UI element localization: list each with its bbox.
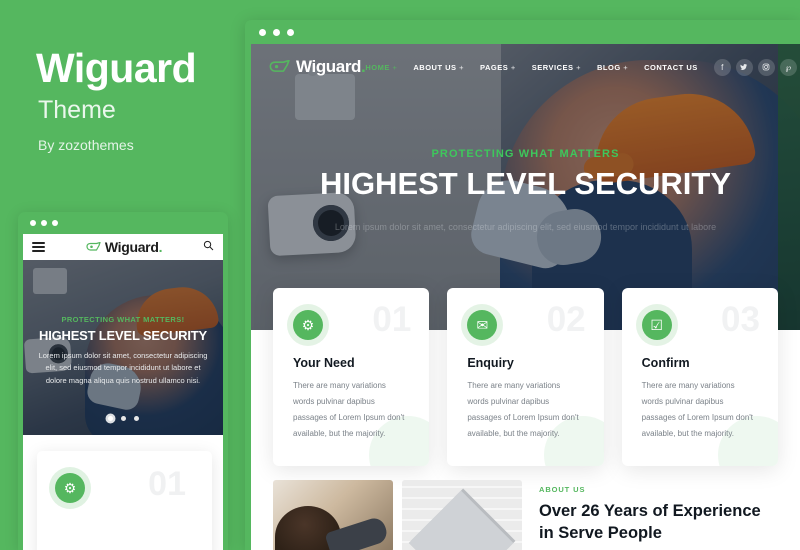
pinterest-icon[interactable]: ℘ [779,58,797,76]
slider-dot-active[interactable] [107,416,113,421]
technician-photo [273,480,393,550]
about-images [273,480,525,550]
browser-window-dots [259,29,294,36]
mobile-hero-kicker: PROTECTING WHAT MATTERS! [61,315,185,324]
site-logo[interactable]: Wiguard. [269,57,366,77]
twitter-icon[interactable] [735,58,753,76]
slider-dot[interactable] [133,416,139,421]
feature-cards: 01 ⚙ Your Need There are many variations… [251,288,800,466]
window-dot-maximize[interactable] [287,29,294,36]
card-title: Your Need [293,356,355,370]
mobile-feature-card[interactable]: 01 ⚙ [37,451,212,550]
facebook-icon[interactable]: f [713,58,731,76]
nav-item-blog[interactable]: BLOG + [597,63,628,72]
window-dot-minimize[interactable] [273,29,280,36]
cctv-camera-icon [269,60,290,72]
feature-card-your-need[interactable]: 01 ⚙ Your Need There are many variations… [273,288,430,466]
instagram-icon[interactable] [757,58,775,76]
mobile-mockup: Wiguard. PROTECTING WHAT MATTERS! HIGHES… [18,212,228,550]
card-title: Confirm [641,356,690,370]
mobile-hero-title: HIGHEST LEVEL SECURITY [39,328,207,343]
site-navbar: Wiguard. HOME + ABOUT US + PAGES + SERVI… [251,44,800,90]
screenshot-stage: Wiguard Theme By zozothemes Wiguard. PRO… [0,0,800,550]
card-description: There are many variations words pulvinar… [467,381,579,438]
about-kicker: ABOUT US [539,485,586,494]
slider-dot[interactable] [120,416,126,421]
mobile-slider-dots[interactable] [23,416,223,421]
nav-item-services[interactable]: SERVICES + [532,63,581,72]
window-dot [30,220,36,226]
mobile-window-dots [30,220,58,226]
social-links: f ℘ [713,58,797,76]
ladder-brick-wall-photo [402,480,522,550]
hero-content: PROTECTING WHAT MATTERS HIGHEST LEVEL SE… [251,148,800,232]
mobile-hero-paragraph: Lorem ipsum dolor sit amet, consectetur … [38,351,208,385]
card-description: There are many variations words pulvinar… [641,381,754,438]
cctv-camera-icon [86,242,101,251]
mobile-hero-content: PROTECTING WHAT MATTERS! HIGHEST LEVEL S… [23,260,223,435]
gear-icon: ⚙ [293,310,323,340]
hero-kicker: PROTECTING WHAT MATTERS [431,148,620,160]
card-title: Enquiry [467,356,514,370]
main-menu: HOME + ABOUT US + PAGES + SERVICES + BLO… [365,63,697,72]
card-description: There are many variations words pulvinar… [293,381,405,438]
feature-card-confirm[interactable]: 03 ☑ Confirm There are many variations w… [621,288,778,466]
mobile-hero: PROTECTING WHAT MATTERS! HIGHEST LEVEL S… [23,260,223,435]
checklist-icon: ☑ [641,310,672,340]
browser-viewport: Wiguard. HOME + ABOUT US + PAGES + SERVI… [251,44,800,550]
hero-paragraph: Lorem ipsum dolor sit amet, consectetur … [334,222,717,232]
nav-item-home[interactable]: HOME + [365,63,397,72]
page-subtitle: Theme [38,96,116,124]
mobile-navbar: Wiguard. [23,234,223,260]
nav-item-about-us[interactable]: ABOUT US + [413,63,464,72]
feature-card-enquiry[interactable]: 02 ✉ Enquiry There are many variations w… [447,288,604,466]
mobile-screen: Wiguard. PROTECTING WHAT MATTERS! HIGHES… [23,234,223,550]
nav-item-pages[interactable]: PAGES + [480,63,516,72]
browser-mockup: Wiguard. HOME + ABOUT US + PAGES + SERVI… [245,20,800,550]
card-number: 02 [546,300,586,339]
mobile-logo-text: Wiguard. [104,239,163,255]
about-section: ABOUT US Over 26 Years of Experience in … [251,480,800,550]
hero-title: HIGHEST LEVEL SECURITY [319,166,732,201]
mobile-card-number: 01 [148,465,186,503]
window-dot [41,220,47,226]
window-dot-close[interactable] [259,29,266,36]
site-logo-text: Wiguard. [296,57,366,76]
mobile-logo[interactable]: Wiguard. [86,239,162,255]
window-dot [52,220,58,226]
envelope-icon: ✉ [467,310,498,340]
card-number: 01 [372,300,412,339]
search-icon[interactable] [203,240,214,254]
card-number: 03 [721,300,760,339]
mobile-card-zone: 01 ⚙ [23,435,223,550]
about-title: Over 26 Years of Experience in Serve Peo… [539,502,761,542]
gear-icon: ⚙ [55,473,85,503]
page-title: Wiguard [36,45,197,91]
nav-item-contact-us[interactable]: CONTACT US [644,63,698,72]
left-promo-panel: Wiguard Theme By zozothemes Wiguard. PRO… [0,0,245,550]
mobile-window-bar [18,212,228,234]
page-byline: By zozothemes [38,137,134,153]
hamburger-icon[interactable] [32,239,45,254]
browser-window-bar [245,20,800,44]
about-text: ABOUT US Over 26 Years of Experience in … [539,480,778,550]
